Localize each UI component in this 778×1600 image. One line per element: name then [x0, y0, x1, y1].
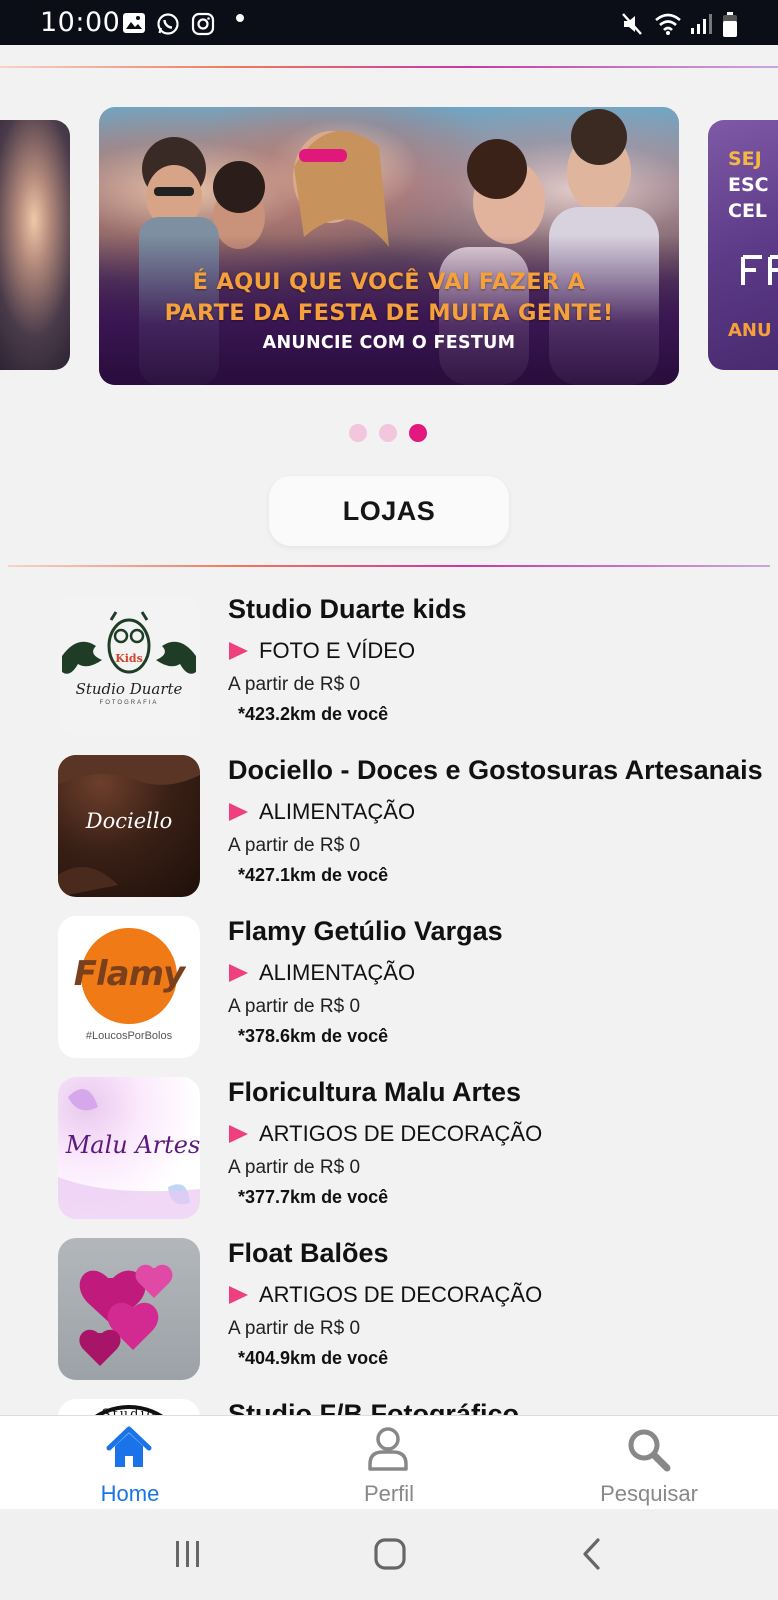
store-category: ARTIGOS DE DECORAÇÃO: [259, 1121, 543, 1146]
store-row[interactable]: Malu Artes Floricultura Malu Artes ARTIG…: [0, 1073, 778, 1234]
category-play-icon: [229, 964, 248, 982]
store-category: ALIMENTAÇÃO: [259, 799, 416, 824]
banner-headline-line1: É AQUI QUE VOCÊ VAI FAZER A: [192, 269, 586, 295]
heart-balloons-icon: [79, 1264, 173, 1366]
home-button-icon[interactable]: [373, 1537, 407, 1571]
section-title-lojas: LOJAS: [269, 476, 509, 546]
logo-text: Studio Duarte: [75, 680, 183, 698]
store-list[interactable]: Kids Studio Duarte FOTOGRAFIA Studio Dua…: [0, 590, 778, 1415]
logo-badge: Kids: [115, 652, 143, 665]
store-row[interactable]: Flamy #LoucosPorBolos Flamy Getúlio Varg…: [0, 912, 778, 1073]
status-time: 10:00: [40, 7, 121, 38]
next-banner-line3: CEL: [728, 200, 768, 222]
instagram-icon: [191, 12, 215, 36]
user-icon: [368, 1427, 408, 1471]
store-logo-studio-duarte: Kids Studio Duarte FOTOGRAFIA: [58, 594, 200, 736]
store-category: ARTIGOS DE DECORAÇÃO: [259, 1282, 543, 1307]
store-name[interactable]: Flamy Getúlio Vargas: [228, 916, 503, 947]
gallery-icon: [123, 13, 145, 33]
store-distance: *427.1km de você: [238, 865, 389, 885]
store-name[interactable]: Dociello - Doces e Gostosuras Artesanais: [228, 755, 763, 786]
store-logo-malu-artes: Malu Artes: [58, 1077, 200, 1219]
carousel-dot-1[interactable]: [349, 424, 367, 442]
store-name[interactable]: Floricultura Malu Artes: [228, 1077, 521, 1108]
store-logo-float-baloes: [58, 1238, 200, 1380]
category-play-icon: [229, 803, 248, 821]
store-name[interactable]: Studio Duarte kids: [228, 594, 467, 625]
nav-pesquisar-label: Pesquisar: [600, 1481, 698, 1506]
store-logo-studio-fb: Studio: [58, 1399, 200, 1415]
category-play-icon: [229, 1286, 248, 1304]
logo-text: Dociello: [85, 809, 173, 833]
signal-icon: [691, 14, 712, 34]
whatsapp-icon: [157, 13, 179, 35]
next-banner-line2: ESC: [728, 174, 769, 196]
store-row[interactable]: Kids Studio Duarte FOTOGRAFIA Studio Dua…: [0, 590, 778, 751]
banner-subtitle: ANUNCIE COM O FESTUM: [262, 333, 516, 353]
status-bar: 10:00: [0, 0, 778, 45]
carousel-banner-next[interactable]: SEJ ESC CEL ANU: [708, 120, 778, 370]
nav-pesquisar[interactable]: Pesquisar: [549, 1416, 749, 1510]
store-price: A partir de R$ 0: [228, 996, 361, 1017]
store-row[interactable]: Studio Studio F/B Fotográfico: [0, 1395, 778, 1415]
category-play-icon: [229, 642, 248, 660]
logo-subtext: #LoucosPorBolos: [85, 1030, 173, 1042]
logo-text: Malu Artes: [65, 1131, 200, 1159]
logo-text: Flamy: [73, 954, 185, 994]
recent-apps-icon[interactable]: [173, 1539, 203, 1569]
system-navigation-bar: [0, 1509, 778, 1600]
top-divider: [0, 66, 778, 68]
carousel-banner-main[interactable]: É AQUI QUE VOCÊ VAI FAZER A PARTE DA FES…: [99, 107, 679, 385]
logo-subtext: FOTOGRAFIA: [99, 700, 159, 706]
notification-dot-icon: [236, 14, 244, 22]
next-banner-bottom: ANU: [728, 320, 772, 341]
store-price: A partir de R$ 0: [228, 674, 361, 695]
owl-logo-icon: [62, 611, 196, 674]
store-distance: *404.9km de você: [238, 1348, 389, 1368]
banner-headline-line2: PARTE DA FESTA DE MUITA GENTE!: [164, 300, 614, 326]
store-distance: *378.6km de você: [238, 1026, 389, 1046]
back-icon[interactable]: [580, 1537, 604, 1571]
store-row[interactable]: Dociello Dociello - Doces e Gostosuras A…: [0, 751, 778, 912]
store-category: ALIMENTAÇÃO: [259, 960, 416, 985]
nav-home-label: Home: [100, 1481, 160, 1506]
bottom-navigation: Home Perfil Pesquisar: [0, 1415, 778, 1509]
store-category: FOTO E VÍDEO: [259, 638, 416, 663]
category-play-icon: [229, 1125, 248, 1143]
search-icon: [628, 1429, 671, 1472]
carousel-dot-2[interactable]: [379, 424, 397, 442]
store-price: A partir de R$ 0: [228, 1157, 361, 1178]
banner-headline: É AQUI QUE VOCÊ VAI FAZER A PARTE DA FES…: [99, 267, 679, 329]
store-name[interactable]: Studio F/B Fotográfico: [228, 1399, 519, 1415]
mute-icon: [622, 13, 642, 35]
festum-logo-icon: [741, 255, 778, 285]
store-logo-flamy: Flamy #LoucosPorBolos: [58, 916, 200, 1058]
store-logo-dociello: Dociello: [58, 755, 200, 897]
store-price: A partir de R$ 0: [228, 1318, 361, 1339]
store-row[interactable]: Float Balões ARTIGOS DE DECORAÇÃO A part…: [0, 1234, 778, 1395]
nav-perfil[interactable]: Perfil: [289, 1416, 489, 1510]
nav-home[interactable]: Home: [30, 1416, 230, 1510]
home-icon: [106, 1426, 152, 1467]
store-distance: *377.7km de você: [238, 1187, 389, 1207]
nav-perfil-label: Perfil: [363, 1481, 415, 1506]
logo-text: Studio: [101, 1407, 157, 1415]
carousel-pagination: [349, 424, 427, 442]
wifi-icon: [655, 13, 681, 35]
carousel-banner-previous[interactable]: [0, 120, 70, 370]
store-name[interactable]: Float Balões: [228, 1238, 389, 1269]
next-banner-line1: SEJ: [728, 148, 762, 170]
carousel-dot-3[interactable]: [409, 424, 427, 442]
section-divider: [8, 565, 770, 567]
store-distance: *423.2km de você: [238, 704, 389, 724]
battery-icon: [723, 12, 737, 37]
store-price: A partir de R$ 0: [228, 835, 361, 856]
